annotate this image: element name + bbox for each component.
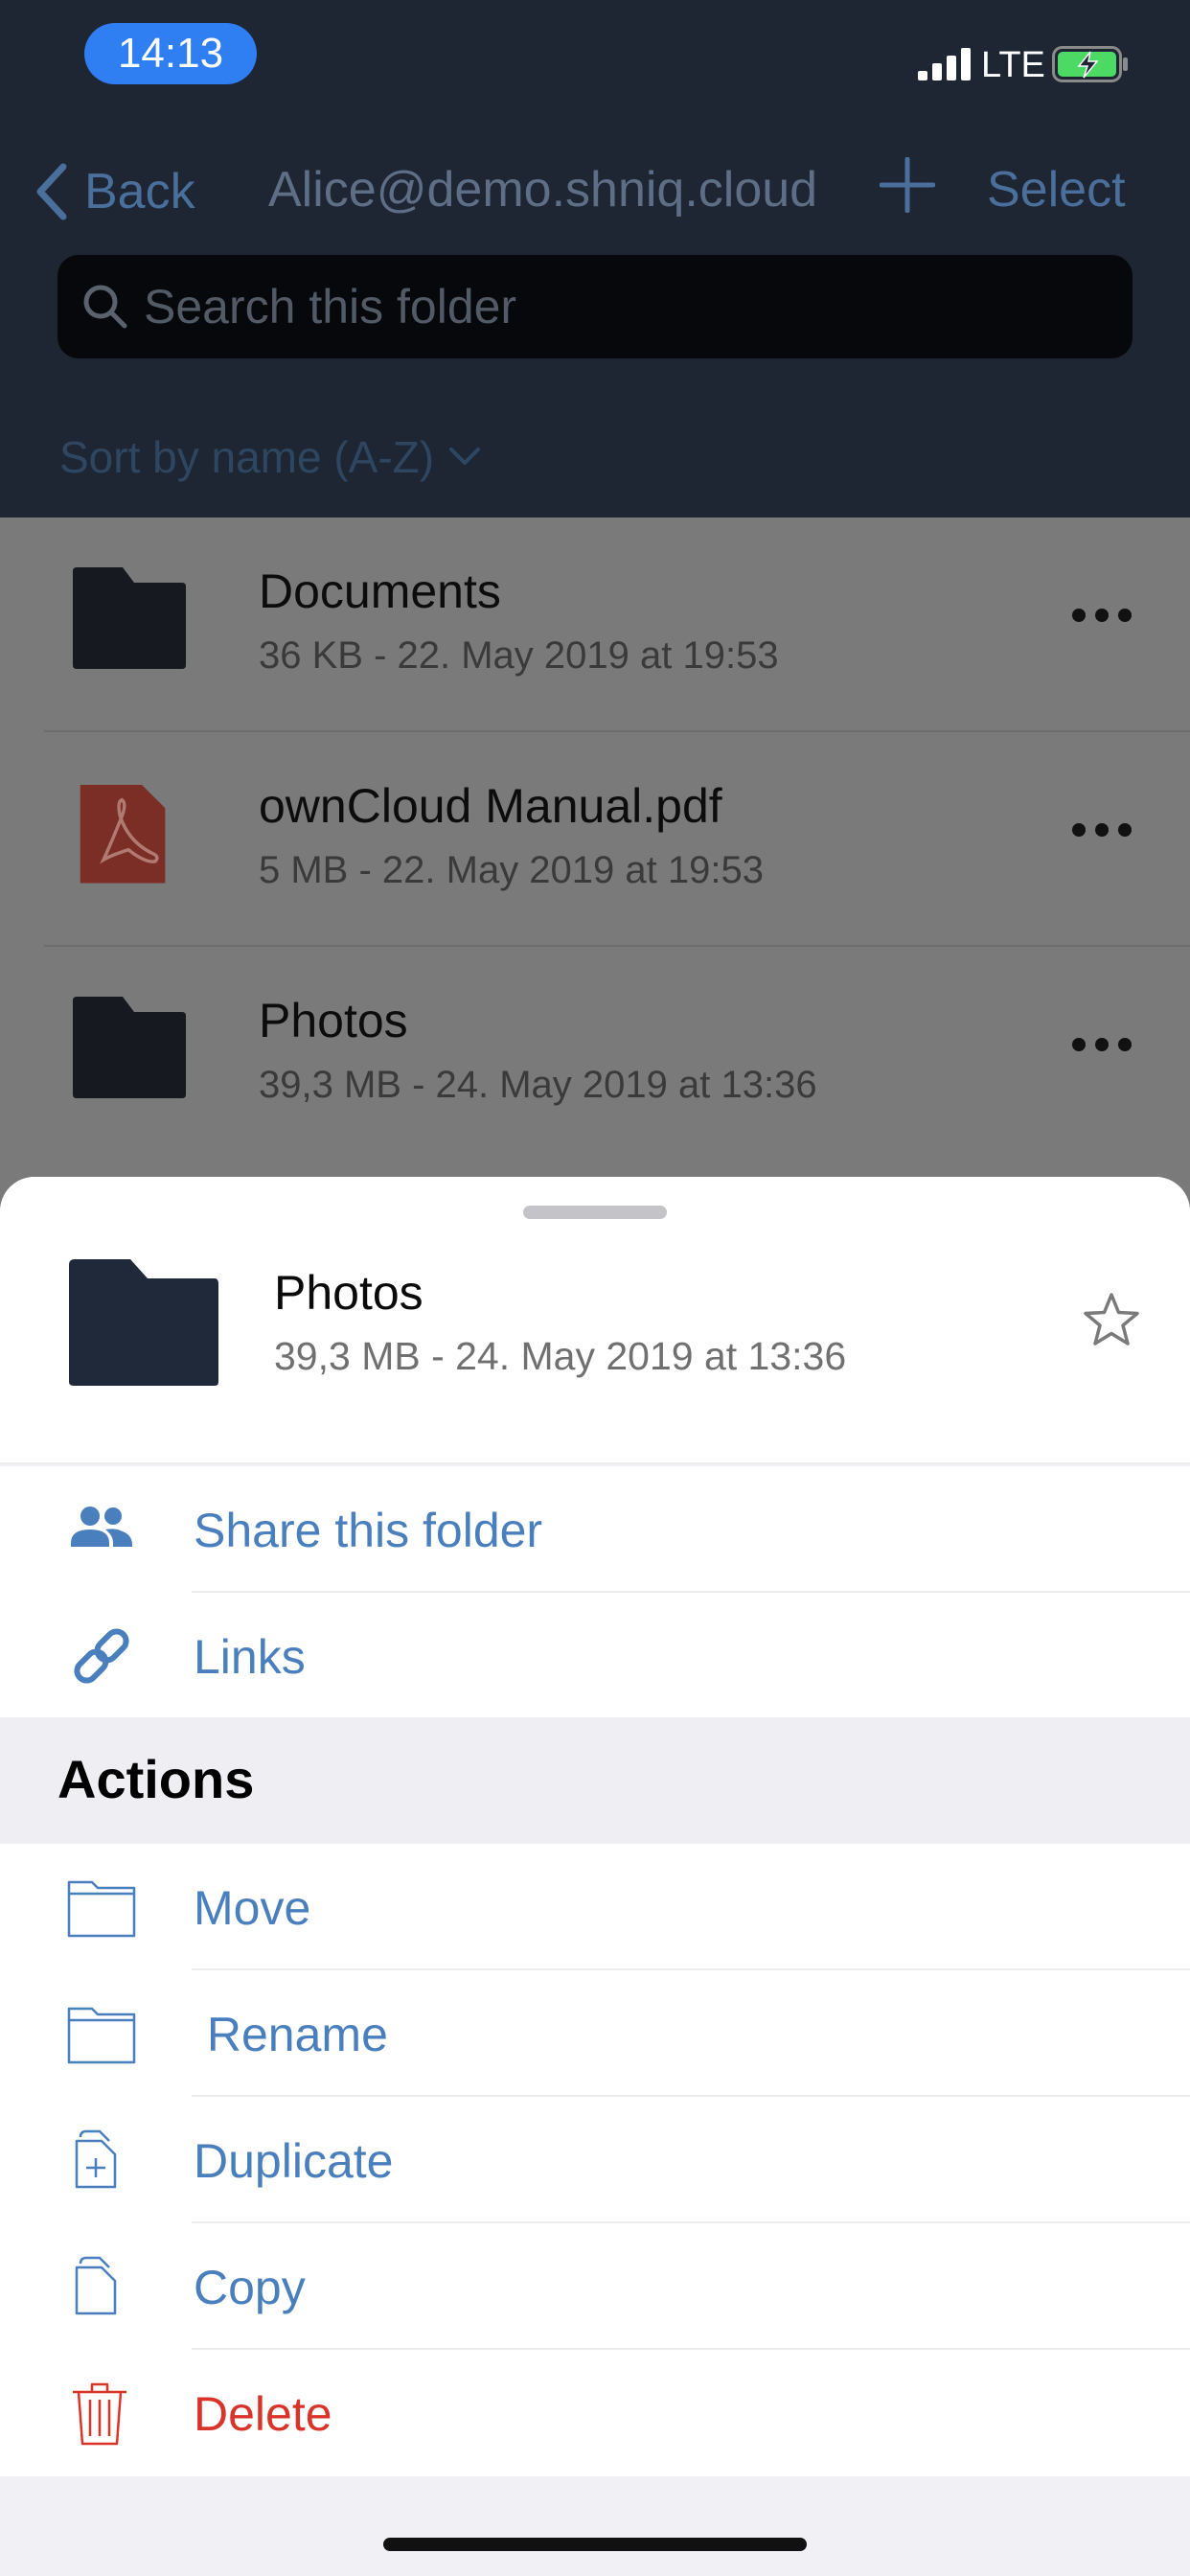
share-folder-button[interactable]: Share this folder <box>0 1466 1190 1593</box>
status-time[interactable]: 14:13 <box>84 23 257 84</box>
more-icon[interactable] <box>1071 1035 1133 1054</box>
folder-outline-icon <box>67 1880 136 1938</box>
back-label: Back <box>84 164 195 219</box>
delete-button[interactable]: Delete <box>0 2350 1190 2476</box>
list-item[interactable]: Photos 39,3 MB - 24. May 2019 at 13:36 <box>0 947 1190 1162</box>
share-actions: Share this folder Links <box>0 1466 1190 1717</box>
app-header: 14:13 LTE Back Alice@demo.shniq.cloud Se… <box>0 0 1190 518</box>
item-meta: 39,3 MB - 24. May 2019 at 13:36 <box>274 1334 847 1378</box>
pdf-icon <box>80 784 166 884</box>
copy-icon <box>75 2256 117 2315</box>
duplicate-label: Duplicate <box>194 2134 394 2188</box>
list-item[interactable]: ownCloud Manual.pdf 5 MB - 22. May 2019 … <box>0 732 1190 947</box>
home-indicator[interactable] <box>383 2538 807 2551</box>
drag-handle[interactable] <box>523 1206 667 1219</box>
page-title: Alice@demo.shniq.cloud <box>268 162 818 218</box>
search-bar[interactable] <box>57 255 1133 358</box>
navigation-bar: Back Alice@demo.shniq.cloud Select <box>0 144 1190 240</box>
back-button[interactable]: Back <box>33 153 195 230</box>
move-button[interactable]: Move <box>0 1844 1190 1970</box>
share-label: Share this folder <box>194 1504 543 1557</box>
actions-list: Move Rename Duplicate Copy Delete <box>0 1844 1190 2476</box>
file-meta: 39,3 MB - 24. May 2019 at 13:36 <box>259 1064 817 1106</box>
duplicate-button[interactable]: Duplicate <box>0 2097 1190 2223</box>
duplicate-icon <box>75 2129 117 2189</box>
signal-icon <box>918 48 971 80</box>
action-sheet: Photos 39,3 MB - 24. May 2019 at 13:36 S… <box>0 1177 1190 2576</box>
links-label: Links <box>194 1630 306 1684</box>
file-name: ownCloud Manual.pdf <box>259 779 722 833</box>
chevron-down-icon <box>449 448 481 465</box>
add-icon[interactable] <box>880 157 935 213</box>
more-icon[interactable] <box>1071 606 1133 625</box>
more-icon[interactable] <box>1071 820 1133 840</box>
search-icon <box>83 285 127 329</box>
link-icon <box>74 1628 129 1684</box>
list-item[interactable]: Documents 36 KB - 22. May 2019 at 19:53 <box>0 518 1190 732</box>
sort-selector[interactable]: Sort by name (A-Z) <box>59 431 482 483</box>
folder-icon <box>73 997 186 1098</box>
delete-label: Delete <box>194 2387 332 2441</box>
file-meta: 5 MB - 22. May 2019 at 19:53 <box>259 849 764 891</box>
trash-icon <box>73 2382 126 2446</box>
search-input[interactable] <box>144 255 1102 358</box>
links-button[interactable]: Links <box>0 1593 1190 1719</box>
file-name: Photos <box>259 994 408 1047</box>
sheet-header: Photos 39,3 MB - 24. May 2019 at 13:36 <box>0 1177 1190 1464</box>
people-icon <box>71 1506 132 1547</box>
status-bar: 14:13 LTE <box>0 0 1190 125</box>
copy-label: Copy <box>194 2261 306 2314</box>
battery-charging-icon <box>1052 46 1128 82</box>
folder-icon <box>69 1259 218 1386</box>
chevron-left-icon <box>36 163 67 220</box>
divider <box>0 1462 1190 1464</box>
folder-outline-icon <box>67 2007 136 2064</box>
rename-button[interactable]: Rename <box>0 1970 1190 2097</box>
rename-label: Rename <box>194 2008 388 2061</box>
star-icon[interactable] <box>1081 1290 1142 1351</box>
actions-section-header: Actions <box>0 1717 1190 1844</box>
folder-icon <box>73 567 186 669</box>
file-meta: 36 KB - 22. May 2019 at 19:53 <box>259 634 779 677</box>
item-name: Photos <box>274 1266 423 1320</box>
file-name: Documents <box>259 564 501 618</box>
select-button[interactable]: Select <box>987 161 1126 218</box>
section-title: Actions <box>57 1749 255 1809</box>
sort-label: Sort by name (A-Z) <box>59 432 435 482</box>
network-type: LTE <box>981 45 1045 85</box>
copy-button[interactable]: Copy <box>0 2223 1190 2350</box>
move-label: Move <box>194 1881 311 1935</box>
